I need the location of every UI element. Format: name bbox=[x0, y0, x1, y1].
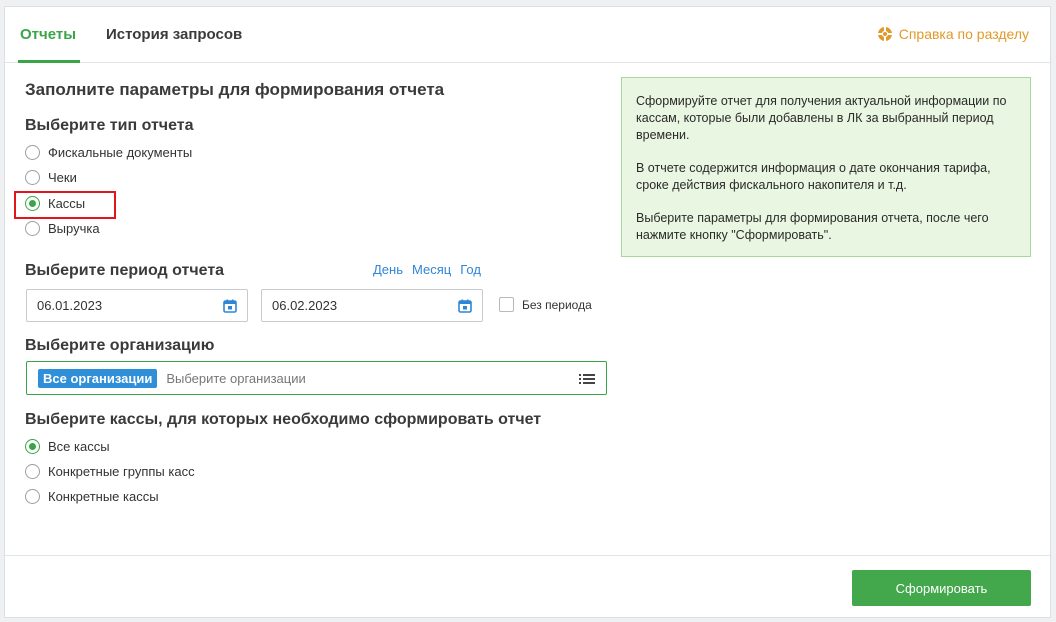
radio-button-checked[interactable] bbox=[25, 439, 40, 454]
radio-button[interactable] bbox=[25, 489, 40, 504]
organization-select[interactable]: Все организации Выберите организации bbox=[26, 361, 607, 395]
lifebuoy-icon bbox=[877, 27, 892, 41]
radio-label: Чеки bbox=[48, 170, 77, 185]
period-quick-links: День Месяц Год bbox=[373, 262, 481, 277]
radio-button[interactable] bbox=[25, 145, 40, 160]
radio-button[interactable] bbox=[25, 170, 40, 185]
radio-button[interactable] bbox=[25, 221, 40, 236]
no-period-checkbox[interactable] bbox=[499, 297, 514, 312]
all-organizations-chip[interactable]: Все организации bbox=[38, 368, 158, 388]
radio-all-registers[interactable]: Все кассы bbox=[25, 439, 110, 454]
generate-report-button[interactable]: Сформировать bbox=[852, 570, 1031, 606]
help-link[interactable]: Справка по разделу bbox=[877, 26, 1029, 42]
date-to-field[interactable]: 06.02.2023 bbox=[261, 289, 483, 322]
info-paragraph: Сформируйте отчет для получения актуальн… bbox=[636, 94, 1007, 142]
list-icon[interactable] bbox=[579, 372, 595, 386]
organization-placeholder: Выберите организации bbox=[166, 370, 306, 386]
info-paragraph: В отчете содержится информация о дате ок… bbox=[636, 161, 991, 192]
date-from-value: 06.01.2023 bbox=[37, 298, 103, 313]
report-type-heading: Выберите тип отчета bbox=[25, 117, 194, 134]
radio-revenue[interactable]: Выручка bbox=[25, 221, 100, 236]
tabs-bar: Отчеты История запросов Справка по разде… bbox=[5, 7, 1050, 63]
footer-divider bbox=[5, 555, 1050, 556]
radio-label: Конкретные группы касс bbox=[48, 464, 195, 479]
date-to-value: 06.02.2023 bbox=[272, 298, 338, 313]
radio-label: Конкретные кассы bbox=[48, 489, 159, 504]
info-panel: Сформируйте отчет для получения актуальн… bbox=[621, 77, 1031, 257]
no-period-label: Без периода bbox=[522, 297, 592, 312]
radio-button[interactable] bbox=[25, 464, 40, 479]
active-tab-indicator bbox=[18, 60, 80, 63]
highlight-annotation bbox=[14, 191, 116, 219]
period-link-month[interactable]: Месяц bbox=[412, 262, 451, 277]
info-paragraph: Выберите параметры для формирования отче… bbox=[636, 211, 989, 242]
no-period-checkbox-row[interactable]: Без периода bbox=[499, 297, 592, 312]
date-from-field[interactable]: 06.01.2023 bbox=[26, 289, 248, 322]
tab-reports[interactable]: Отчеты bbox=[20, 26, 76, 43]
period-link-year[interactable]: Год bbox=[460, 262, 481, 277]
radio-fiscal-documents[interactable]: Фискальные документы bbox=[25, 145, 192, 160]
radio-receipts[interactable]: Чеки bbox=[25, 170, 77, 185]
report-card: Отчеты История запросов Справка по разде… bbox=[4, 6, 1051, 618]
cash-registers-heading: Выберите кассы, для которых необходимо с… bbox=[25, 411, 542, 428]
period-heading: Выберите период отчета bbox=[25, 262, 225, 279]
radio-specific-registers[interactable]: Конкретные кассы bbox=[25, 489, 159, 504]
help-link-label: Справка по разделу bbox=[898, 26, 1029, 42]
calendar-icon[interactable] bbox=[458, 299, 472, 313]
radio-label: Фискальные документы bbox=[48, 145, 193, 160]
form-title: Заполните параметры для формирования отч… bbox=[25, 80, 445, 99]
period-link-day[interactable]: День bbox=[373, 262, 403, 277]
calendar-icon[interactable] bbox=[223, 299, 237, 313]
radio-label: Все кассы bbox=[48, 439, 110, 454]
radio-label: Выручка bbox=[48, 221, 100, 236]
tab-request-history[interactable]: История запросов bbox=[106, 26, 242, 43]
organization-heading: Выберите организацию bbox=[25, 337, 215, 354]
radio-register-groups[interactable]: Конкретные группы касс bbox=[25, 464, 195, 479]
